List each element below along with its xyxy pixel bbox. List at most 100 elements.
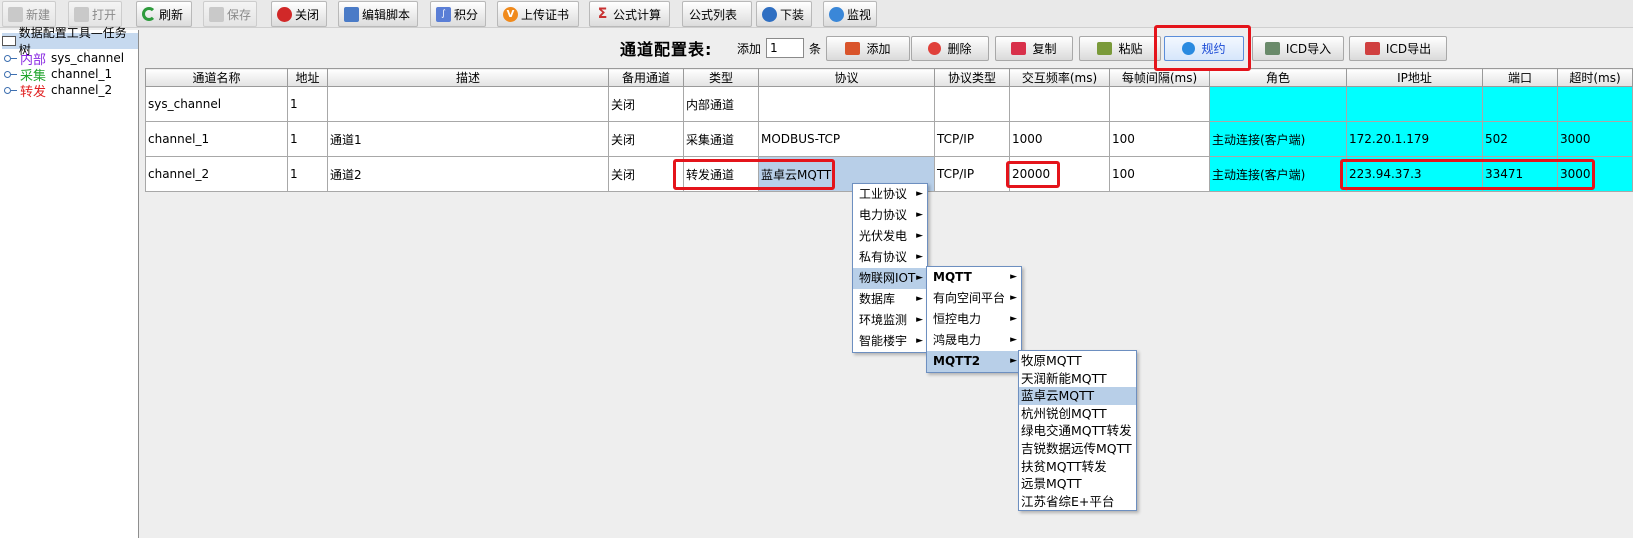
tree-item-label: channel_1 xyxy=(51,67,113,81)
table-cell[interactable]: channel_2 xyxy=(145,156,288,192)
menu-item-smart-building[interactable]: 智能楼宇 ► xyxy=(853,331,927,352)
table-cell[interactable] xyxy=(758,86,935,122)
table-cell[interactable]: 1 xyxy=(287,121,328,157)
table-cell[interactable]: 关闭 xyxy=(608,86,684,122)
tree-root[interactable]: 数据配置工具—任务树 xyxy=(2,26,138,57)
table-cell[interactable]: 1000 xyxy=(1009,121,1110,157)
icd-export-button[interactable]: ICD导出 xyxy=(1349,36,1447,61)
certificate-icon: V xyxy=(503,6,518,22)
menu-item-muyuan-mqtt[interactable]: 牧原MQTT xyxy=(1019,352,1136,370)
menu-item-iot[interactable]: 物联网IOT ► xyxy=(853,268,927,289)
menu-item-private[interactable]: 私有协议 ► xyxy=(853,247,927,268)
column-header[interactable]: 每帧间隔(ms) xyxy=(1109,68,1210,87)
table-cell[interactable]: 关闭 xyxy=(608,156,684,192)
table-cell[interactable] xyxy=(934,86,1010,122)
menu-item-industrial[interactable]: 工业协议 ► xyxy=(853,184,927,205)
table-cell[interactable]: 502 xyxy=(1482,121,1558,157)
column-header[interactable]: 备用通道 xyxy=(608,68,684,87)
table-cell[interactable]: 100 xyxy=(1109,121,1210,157)
table-cell[interactable] xyxy=(1009,86,1110,122)
paste-button[interactable]: 粘贴 xyxy=(1079,36,1161,61)
menu-item-green-transport-mqtt[interactable]: 绿电交通MQTT转发 xyxy=(1019,422,1136,440)
table-cell[interactable]: TCP/IP xyxy=(934,156,1010,192)
menu-item-jiangsu-eplus[interactable]: 江苏省综E+平台 xyxy=(1019,493,1136,511)
table-cell[interactable] xyxy=(1209,86,1347,122)
table-row[interactable]: channel_1 1 通道1 关闭 采集通道 MODBUS-TCP TCP/I… xyxy=(145,121,1633,157)
save-button[interactable]: 保存 xyxy=(203,1,257,27)
formula-list-button[interactable]: 公式列表 xyxy=(682,1,752,27)
column-header[interactable]: 交互频率(ms) xyxy=(1009,68,1110,87)
menu-item-hongsheng[interactable]: 鸿晟电力 ► xyxy=(927,330,1021,351)
table-cell[interactable]: 223.94.37.3 xyxy=(1346,156,1483,192)
column-header[interactable]: 通道名称 xyxy=(145,68,288,87)
table-cell[interactable]: sys_channel xyxy=(145,86,288,122)
column-header[interactable]: 超时(ms) xyxy=(1557,68,1633,87)
table-cell[interactable]: 主动连接(客户端) xyxy=(1209,156,1347,192)
table-cell[interactable] xyxy=(1109,86,1210,122)
download-button[interactable]: 下装 xyxy=(756,1,812,27)
menu-item-photovoltaic[interactable]: 光伏发电 ► xyxy=(853,226,927,247)
menu-item-database[interactable]: 数据库 ► xyxy=(853,289,927,310)
table-cell[interactable]: 33471 xyxy=(1482,156,1558,192)
menu-item-lanzhuoyun-mqtt[interactable]: 蓝卓云MQTT xyxy=(1019,387,1136,405)
tree-item-channel-2[interactable]: 转发 channel_2 xyxy=(4,82,112,100)
column-header[interactable]: 协议类型 xyxy=(934,68,1010,87)
menu-item-jirui-mqtt[interactable]: 吉锐数据远传MQTT xyxy=(1019,440,1136,458)
menu-item-mqtt[interactable]: MQTT ► xyxy=(927,267,1021,288)
delete-button[interactable]: 删除 xyxy=(911,36,989,61)
table-cell[interactable]: 1 xyxy=(287,86,328,122)
table-row[interactable]: sys_channel 1 关闭 内部通道 xyxy=(145,86,1633,122)
column-header[interactable]: 协议 xyxy=(758,68,935,87)
edit-script-button[interactable]: 编辑脚本 xyxy=(338,1,418,27)
table-cell[interactable]: 1 xyxy=(287,156,328,192)
table-cell[interactable] xyxy=(327,86,609,122)
table-cell[interactable]: TCP/IP xyxy=(934,121,1010,157)
add-count-input[interactable] xyxy=(766,38,804,58)
table-cell[interactable]: 转发通道 xyxy=(683,156,759,192)
integral-button[interactable]: ∫ 积分 xyxy=(430,1,486,27)
menu-item-power[interactable]: 电力协议 ► xyxy=(853,205,927,226)
table-cell[interactable]: 通道1 xyxy=(327,121,609,157)
table-cell[interactable]: 内部通道 xyxy=(683,86,759,122)
menu-item-hangzhou-ruichuang-mqtt[interactable]: 杭州锐创MQTT xyxy=(1019,405,1136,423)
column-header[interactable]: 描述 xyxy=(327,68,609,87)
table-cell[interactable]: MODBUS-TCP xyxy=(758,121,935,157)
monitor-button[interactable]: 监视 xyxy=(823,1,877,27)
table-cell[interactable]: 关闭 xyxy=(608,121,684,157)
menu-item-mqtt2[interactable]: MQTT2 ► xyxy=(927,351,1021,372)
table-cell[interactable]: 20000 xyxy=(1009,156,1110,192)
upload-certificate-button[interactable]: V 上传证书 xyxy=(497,1,579,27)
table-cell[interactable]: 主动连接(客户端) xyxy=(1209,121,1347,157)
table-cell[interactable]: 3000 xyxy=(1557,156,1633,192)
refresh-button[interactable]: 刷新 xyxy=(136,1,192,27)
table-cell[interactable]: 3000 xyxy=(1557,121,1633,157)
column-header[interactable]: IP地址 xyxy=(1346,68,1483,87)
table-cell[interactable] xyxy=(1557,86,1633,122)
menu-item-environment[interactable]: 环境监测 ► xyxy=(853,310,927,331)
table-cell[interactable]: channel_1 xyxy=(145,121,288,157)
icd-import-button[interactable]: ICD导入 xyxy=(1252,36,1344,61)
table-cell[interactable]: 172.20.1.179 xyxy=(1346,121,1483,157)
open-folder-icon xyxy=(74,6,89,22)
column-header[interactable]: 地址 xyxy=(287,68,328,87)
edit-script-button-label: 编辑脚本 xyxy=(362,7,411,22)
table-cell[interactable]: 100 xyxy=(1109,156,1210,192)
paste-button-label: 粘贴 xyxy=(1118,42,1143,56)
copy-button[interactable]: 复制 xyxy=(995,36,1073,61)
protocol-button[interactable]: 规约 xyxy=(1164,36,1244,61)
table-cell[interactable]: 通道2 xyxy=(327,156,609,192)
close-button[interactable]: 关闭 xyxy=(271,1,327,27)
table-cell[interactable]: 采集通道 xyxy=(683,121,759,157)
menu-item-tianrun-mqtt[interactable]: 天润新能MQTT xyxy=(1019,370,1136,388)
add-channel-button[interactable]: 添加 xyxy=(826,36,910,61)
menu-item-poverty-mqtt[interactable]: 扶贫MQTT转发 xyxy=(1019,458,1136,476)
menu-item-yuanjing-mqtt[interactable]: 远景MQTT xyxy=(1019,475,1136,493)
column-header[interactable]: 类型 xyxy=(683,68,759,87)
column-header[interactable]: 角色 xyxy=(1209,68,1347,87)
menu-item-hengkong[interactable]: 恒控电力 ► xyxy=(927,309,1021,330)
menu-item-directed-space[interactable]: 有向空间平台 ► xyxy=(927,288,1021,309)
table-cell[interactable] xyxy=(1482,86,1558,122)
formula-calc-button[interactable]: Σ 公式计算 xyxy=(589,1,670,27)
column-header[interactable]: 端口 xyxy=(1482,68,1558,87)
table-cell[interactable] xyxy=(1346,86,1483,122)
